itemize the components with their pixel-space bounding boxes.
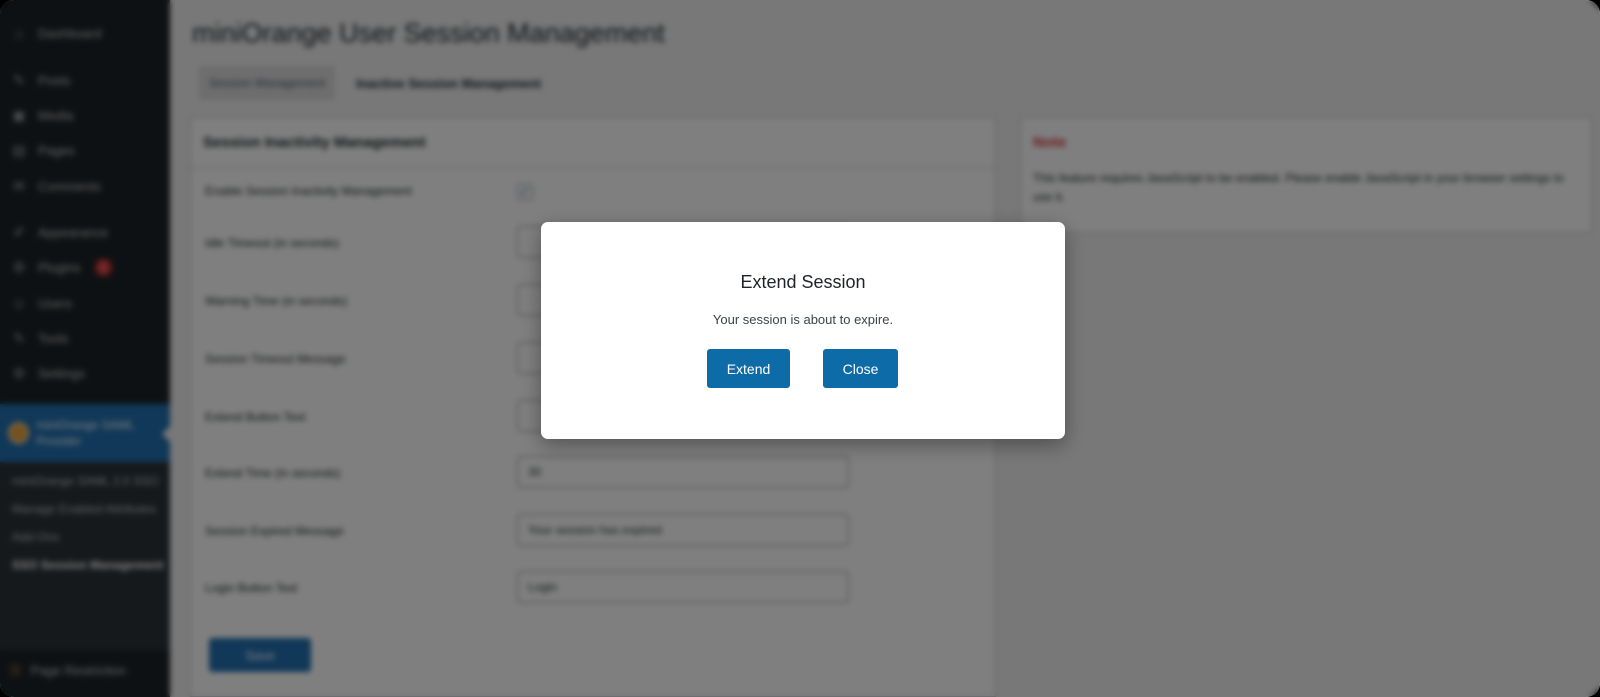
close-button[interactable]: Close — [823, 349, 898, 388]
modal-backdrop[interactable]: Extend Session Your session is about to … — [0, 0, 1600, 697]
dialog-message: Your session is about to expire. — [712, 312, 894, 327]
extend-button[interactable]: Extend — [707, 349, 790, 388]
app-frame: ⚙Settings✎Tools☺Users⚙Plugins1✐Appearanc… — [0, 0, 1600, 697]
extend-session-dialog: Extend Session Your session is about to … — [541, 222, 1065, 439]
dialog-title: Extend Session — [740, 272, 866, 292]
